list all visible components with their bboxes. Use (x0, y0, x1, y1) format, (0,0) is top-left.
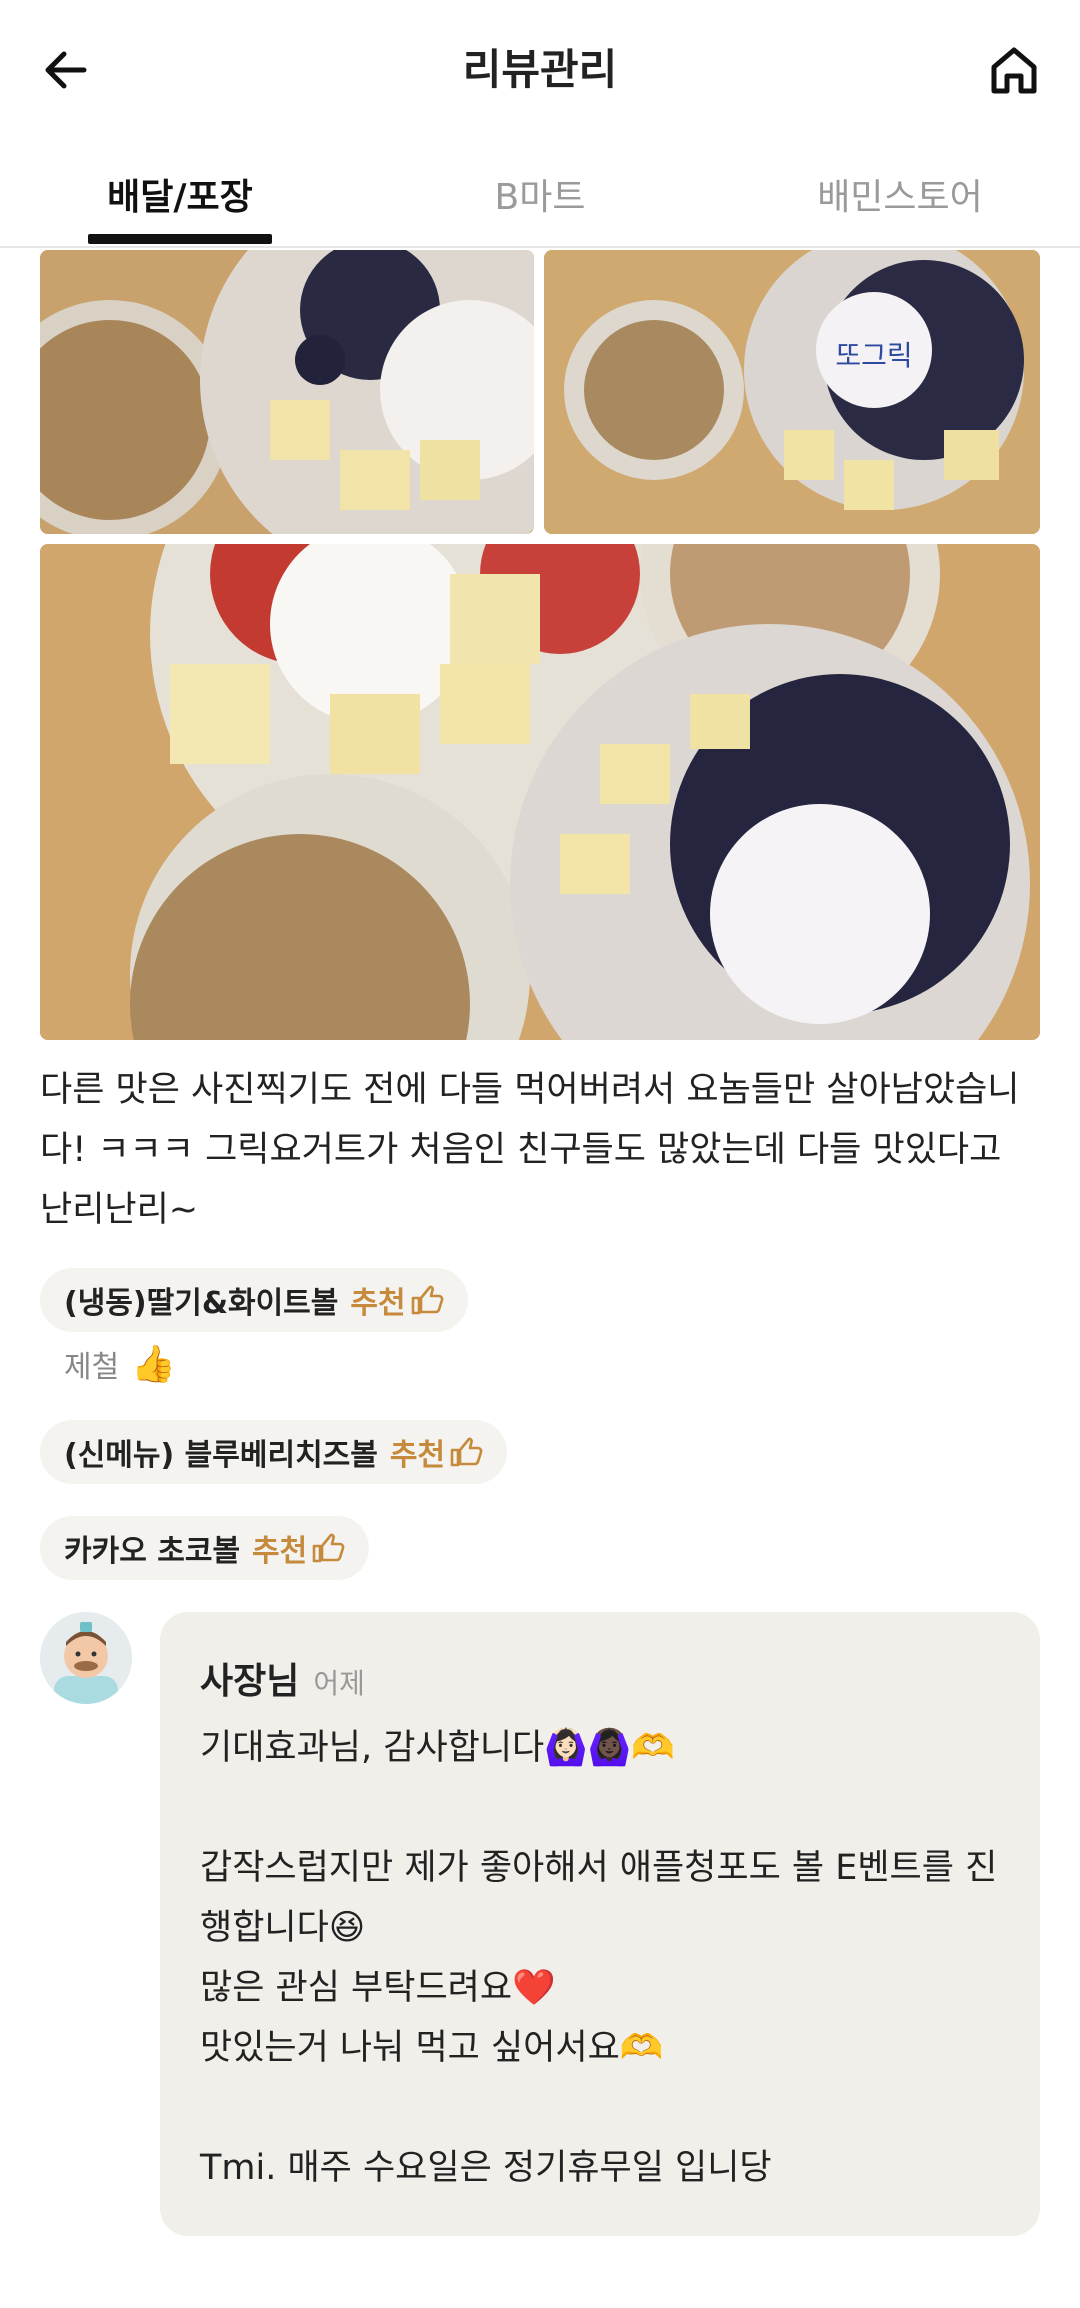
reply-author: 사장님 (200, 1661, 300, 1702)
menu-name: (신메뉴) 블루베리치즈볼 (64, 1438, 378, 1473)
home-icon (991, 47, 1037, 94)
review-photo-3[interactable] (40, 544, 1040, 1040)
menu-chip[interactable]: (냉동)딸기&화이트볼 추천 (40, 1268, 468, 1332)
menu-chip[interactable]: 카카오 초코볼 추천 (40, 1516, 370, 1580)
menu-name: 카카오 초코볼 (64, 1534, 241, 1569)
thumbs-up-icon (312, 1533, 345, 1563)
menu-chip[interactable]: (신메뉴) 블루베리치즈볼 추천 (40, 1420, 508, 1484)
thumbs-up-icon (450, 1437, 483, 1467)
thumbs-up-icon (411, 1285, 443, 1315)
recommend-label: 추천 (350, 1278, 443, 1322)
recommend-label: 추천 (390, 1430, 483, 1474)
reply-body: 기대효과님, 감사합니다🙆🏻‍♀️🙆🏿‍♀️🫶 갑작스럽지만 제가 좋아해서 애… (200, 1728, 998, 2188)
owner-avatar (40, 1612, 132, 1704)
owner-reply-bubble: 사장님 어제 기대효과님, 감사합니다🙆🏻‍♀️🙆🏿‍♀️🫶 갑작스럽지만 제가… (160, 1612, 1040, 2236)
review-photo-2[interactable]: 또그릭 (544, 250, 1040, 534)
tab-delivery[interactable]: 배달/포장 (88, 168, 272, 220)
recommend-label: 추천 (252, 1526, 345, 1570)
review-text: 다른 맛은 사진찍기도 전에 다들 먹어버려서 요놈들만 살아남았습니다! ㅋㅋ… (40, 1070, 1020, 1230)
active-tab-indicator (88, 234, 272, 244)
tab-baemin-store[interactable]: 배민스토어 (800, 168, 1000, 220)
reply-time: 어제 (313, 1667, 365, 1700)
tab-bmart[interactable]: B마트 (440, 168, 640, 220)
top-bar: 리뷰관리 (0, 0, 1080, 140)
menu-note: 제철 👍 (64, 1344, 177, 1385)
review-photo-1[interactable] (40, 250, 534, 534)
thumbs-up-emoji-icon: 👍 (131, 1344, 177, 1385)
tab-bar: 배달/포장 B마트 배민스토어 (0, 150, 1080, 248)
photo-sticker-text: 또그릭 (835, 339, 912, 372)
menu-name: (냉동)딸기&화이트볼 (64, 1286, 339, 1321)
page-title: 리뷰관리 (462, 45, 618, 94)
home-button[interactable] (984, 40, 1044, 100)
